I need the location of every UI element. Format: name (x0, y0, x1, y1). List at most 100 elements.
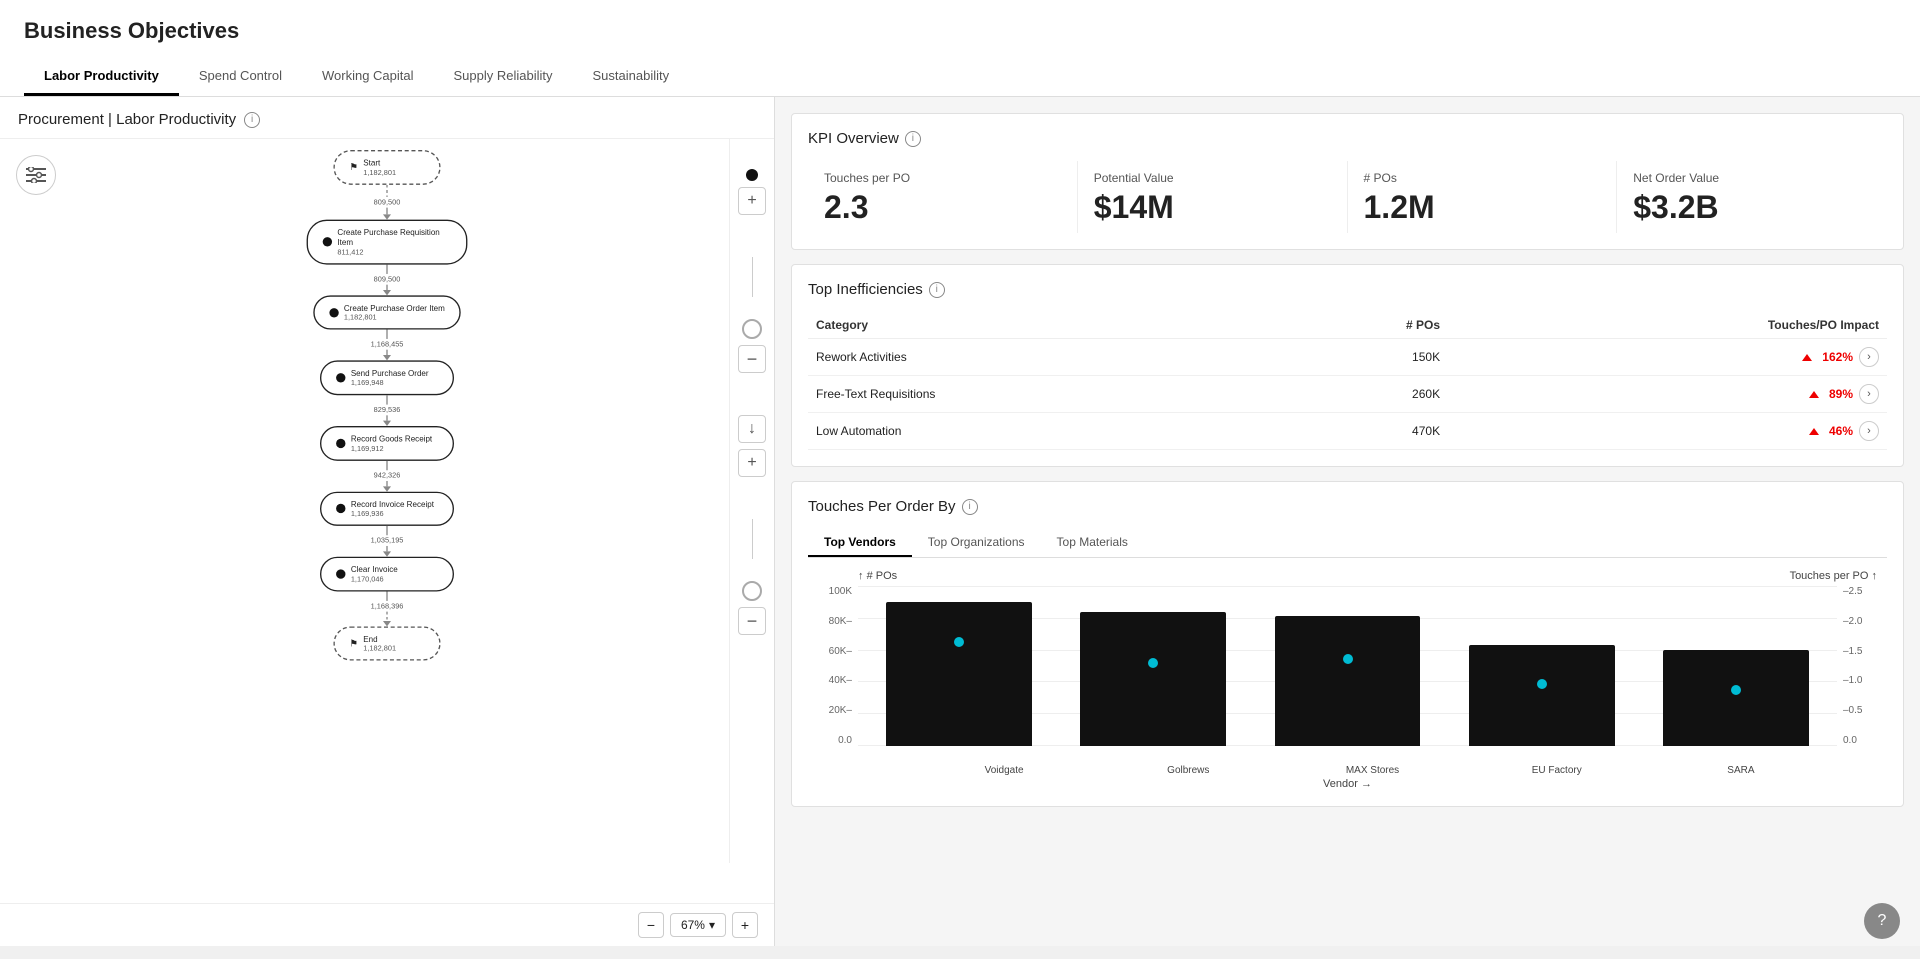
tab-labor-productivity[interactable]: Labor Productivity (24, 58, 179, 96)
bar-dot (1731, 685, 1741, 695)
connector-label-6: 1,035,195 (371, 537, 404, 545)
end-label: End (363, 634, 396, 644)
connector-label-2: 809,500 (374, 275, 401, 283)
tab-supply-reliability[interactable]: Supply Reliability (434, 58, 573, 96)
x-label: SARA (1655, 765, 1827, 776)
connector-label-4: 829,536 (374, 406, 401, 414)
x-axis-title: Vendor → (808, 778, 1887, 790)
ineff-pos-1: 260K (1275, 376, 1448, 413)
x-label: Voidgate (918, 765, 1090, 776)
kpi-grid: Touches per PO 2.3 Potential Value $14M … (808, 161, 1887, 233)
clear-inv-label: Clear Invoice (351, 565, 398, 575)
kpi-potential-value: Potential Value $14M (1078, 161, 1348, 233)
touches-info-icon[interactable]: i (962, 499, 978, 515)
end-count: 1,182,801 (363, 645, 396, 653)
app-header: Business Objectives Labor Productivity S… (0, 0, 1920, 97)
bar-dot (1537, 679, 1547, 689)
zoom-in-top[interactable]: + (738, 187, 766, 215)
record-ir-label: Record Invoice Receipt (351, 499, 434, 509)
right-panel: KPI Overview i Touches per PO 2.3 Potent… (775, 97, 1920, 946)
zoom-out-top[interactable]: − (738, 345, 766, 373)
ineff-category-2: Low Automation (808, 413, 1275, 450)
bar[interactable] (1469, 645, 1615, 746)
touches-per-order-card: Touches Per Order By i Top Vendors Top O… (791, 481, 1904, 807)
ineff-pos-0: 150K (1275, 339, 1448, 376)
bar-group (1062, 586, 1244, 746)
zoom-dropdown-icon[interactable]: ▾ (709, 918, 715, 932)
flow-node-record-ir[interactable]: Record Invoice Receipt 1,169,936 (320, 491, 454, 526)
help-button[interactable]: ? (1864, 903, 1900, 939)
table-row: Rework Activities 150K 162% › (808, 339, 1887, 376)
touches-title: Touches Per Order By i (808, 498, 1887, 515)
zoom-out-bar[interactable]: − (638, 912, 664, 938)
tab-bar: Labor Productivity Spend Control Working… (24, 58, 1896, 96)
flow-node-create-po[interactable]: Create Purchase Order Item 1,182,801 (313, 295, 461, 330)
zoom-circle-indicator (742, 319, 762, 339)
chart-tab-organizations[interactable]: Top Organizations (912, 529, 1041, 557)
chart-tab-vendors[interactable]: Top Vendors (808, 529, 912, 557)
bar-group (1256, 586, 1438, 746)
inefficiencies-table: Category # POs Touches/PO Impact Rework … (808, 312, 1887, 450)
zoom-in-bottom[interactable]: + (738, 449, 766, 477)
bar[interactable] (886, 602, 1032, 746)
bar-group (1645, 586, 1827, 746)
bar-dot (1148, 658, 1158, 668)
col-category: Category (808, 312, 1275, 339)
tab-sustainability[interactable]: Sustainability (573, 58, 690, 96)
zoom-down[interactable]: ↓ (738, 415, 766, 443)
ineff-info-icon[interactable]: i (929, 282, 945, 298)
filter-button[interactable] (16, 155, 56, 195)
kpi-info-icon[interactable]: i (905, 131, 921, 147)
flow-node-clear-inv[interactable]: Clear Invoice 1,170,046 (320, 557, 454, 592)
x-labels: VoidgateGolbrewsMAX StoresEU FactorySARA (908, 746, 1837, 776)
bar-group (868, 586, 1050, 746)
panel-info-icon[interactable]: i (244, 112, 260, 128)
y-axis-left-label: ↑ # POs (858, 570, 897, 582)
tab-spend-control[interactable]: Spend Control (179, 58, 302, 96)
zoom-in-bar[interactable]: + (732, 912, 758, 938)
y-axis-right-label: Touches per PO ↑ (1790, 570, 1877, 582)
connector-1: 809,500 (374, 184, 401, 219)
record-gr-label: Record Goods Receipt (351, 434, 432, 444)
create-po-label: Create Purchase Order Item (344, 303, 445, 313)
zoom-indicator (746, 169, 758, 181)
panel-header: Procurement | Labor Productivity i (0, 97, 774, 139)
bars-row (858, 586, 1837, 746)
ineff-pos-2: 470K (1275, 413, 1448, 450)
zoom-out-bottom[interactable]: − (738, 607, 766, 635)
ineff-impact-0: 162% › (1448, 339, 1887, 376)
connector-label-1: 809,500 (374, 198, 401, 206)
flow-node-start[interactable]: ⚑ Start 1,182,801 (333, 150, 440, 185)
x-label: Golbrews (1102, 765, 1274, 776)
chart-header: ↑ # POs Touches per PO ↑ (808, 570, 1887, 582)
panel-title: Procurement | Labor Productivity (18, 111, 236, 128)
flow-node-record-gr[interactable]: Record Goods Receipt 1,169,912 (320, 426, 454, 461)
kpi-overview-card: KPI Overview i Touches per PO 2.3 Potent… (791, 113, 1904, 250)
record-ir-count: 1,169,936 (351, 510, 434, 518)
chart-area: VoidgateGolbrewsMAX StoresEU FactorySARA (858, 586, 1837, 776)
zoom-bar: − 67% ▾ + (0, 903, 774, 946)
flow-node-create-pr[interactable]: Create Purchase Requisition Item 811,412 (307, 219, 468, 264)
end-icon: ⚑ (349, 638, 357, 649)
bar[interactable] (1663, 650, 1809, 746)
app-title: Business Objectives (24, 18, 1896, 44)
connector-label-3: 1,168,455 (371, 340, 404, 348)
detail-btn-0[interactable]: › (1859, 347, 1879, 367)
detail-btn-2[interactable]: › (1859, 421, 1879, 441)
chart-tab-materials[interactable]: Top Materials (1041, 529, 1144, 557)
flow-node-end[interactable]: ⚑ End 1,182,801 (333, 626, 440, 661)
tab-working-capital[interactable]: Working Capital (302, 58, 434, 96)
connector-3: 1,168,455 (371, 330, 404, 361)
arrow-icon-0 (1802, 354, 1812, 361)
send-po-label: Send Purchase Order (351, 368, 429, 378)
connector-label-5: 942,326 (374, 471, 401, 479)
start-count: 1,182,801 (363, 168, 396, 176)
flow-node-send-po[interactable]: Send Purchase Order 1,169,948 (320, 360, 454, 395)
detail-btn-1[interactable]: › (1859, 384, 1879, 404)
main-content: Procurement | Labor Productivity i (0, 97, 1920, 946)
bar[interactable] (1275, 616, 1421, 746)
bar[interactable] (1080, 612, 1226, 746)
arrow-icon-2 (1809, 428, 1819, 435)
arrow-icon-1 (1809, 391, 1819, 398)
connector-5: 942,326 (374, 460, 401, 491)
